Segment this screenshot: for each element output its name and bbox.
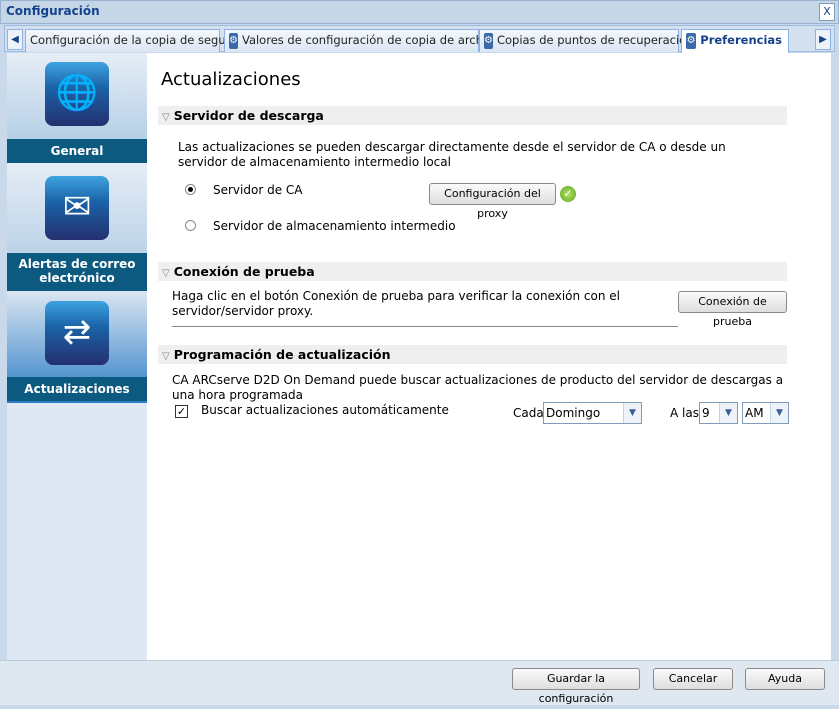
- file-copy-icon: ⚙: [229, 33, 238, 49]
- chevron-down-icon: ▼: [623, 403, 641, 423]
- mail-alert-icon: ✉: [45, 176, 109, 240]
- divider: [172, 326, 678, 327]
- radio-staging-server[interactable]: [185, 220, 196, 231]
- main-panel: Actualizaciones ▽ Servidor de descarga La…: [147, 53, 831, 660]
- window-title: Configuración: [6, 4, 100, 18]
- schedule-description: CA ARCserve D2D On Demand puede buscar a…: [172, 373, 784, 402]
- tab-label: Valores de configuración de copia de arc…: [241, 33, 500, 47]
- section-title: Servidor de descarga: [173, 108, 324, 123]
- hour-value: 9: [702, 406, 710, 420]
- recovery-copy-icon: ⚙: [484, 33, 493, 49]
- sidebar-item-label: Alertas de correo electrónico: [7, 253, 147, 291]
- sidebar-item-label: Actualizaciones: [7, 377, 147, 401]
- section-header-download-server[interactable]: ▽ Servidor de descarga: [158, 106, 787, 125]
- hour-select[interactable]: 9 ▼: [699, 402, 738, 424]
- every-label: Cada: [513, 406, 544, 420]
- day-value: Domingo: [546, 406, 601, 420]
- globe-icon: 🌐: [45, 62, 109, 126]
- tab-recovery-point-copies[interactable]: ⚙ Copias de puntos de recuperación: [479, 29, 694, 52]
- sidebar-item-label: General: [7, 139, 147, 163]
- scroll-right-button[interactable]: ▶: [815, 29, 831, 50]
- collapse-triangle-icon: ▽: [162, 112, 170, 123]
- ampm-select[interactable]: AM ▼: [742, 402, 789, 424]
- day-select[interactable]: Domingo ▼: [543, 402, 642, 424]
- tab-backup-settings[interactable]: Configuración de la copia de seguridad: [25, 29, 255, 52]
- auto-update-label: Buscar actualizaciones automáticamente: [201, 403, 449, 417]
- tab-file-copy-settings[interactable]: ⚙ Valores de configuración de copia de ar…: [224, 29, 500, 52]
- radio-ca-server-label: Servidor de CA: [213, 183, 303, 197]
- footer: Guardar la configuración Cancelar Ayuda: [0, 660, 839, 705]
- sidebar: 🌐 General ✉ Alertas de correo electrónic…: [7, 53, 147, 660]
- download-description: Las actualizaciones se pueden descargar …: [178, 140, 726, 169]
- section-title: Conexión de prueba: [173, 264, 315, 279]
- test-connection-button[interactable]: Conexión de prueba: [678, 291, 787, 328]
- tab-label: Preferencias: [700, 33, 782, 47]
- arrows-exchange-icon: ⇄: [45, 301, 109, 365]
- at-label: A las: [670, 406, 699, 420]
- section-header-test-connection[interactable]: ▽ Conexión de prueba: [158, 262, 787, 281]
- tab-strip: ◀ Configuración de la copia de seguridad…: [4, 25, 835, 54]
- page-title: Actualizaciones: [161, 69, 301, 90]
- tab-preferences[interactable]: ⚙ Preferencias: [681, 29, 789, 54]
- tab-label: Copias de puntos de recuperación: [496, 33, 694, 47]
- close-button[interactable]: X: [819, 3, 835, 21]
- help-button[interactable]: Ayuda: [745, 668, 825, 690]
- cancel-button[interactable]: Cancelar: [653, 668, 733, 690]
- radio-staging-server-label: Servidor de almacenamiento intermedio: [213, 219, 456, 233]
- collapse-triangle-icon: ▽: [162, 351, 170, 362]
- section-title: Programación de actualización: [173, 347, 391, 362]
- check-ok-icon: ✓: [560, 186, 576, 202]
- collapse-triangle-icon: ▽: [162, 268, 170, 279]
- proxy-settings-button[interactable]: Configuración del proxy: [429, 183, 556, 220]
- auto-update-checkbox[interactable]: ✓: [175, 405, 188, 418]
- save-settings-button[interactable]: Guardar la configuración: [512, 668, 640, 705]
- sidebar-item-email-alerts[interactable]: ✉ Alertas de correo electrónico: [7, 163, 147, 291]
- tab-label: Configuración de la copia de seguridad: [30, 33, 256, 47]
- sidebar-item-updates[interactable]: ⇄ Actualizaciones: [7, 291, 147, 403]
- title-bar: [0, 0, 839, 24]
- scroll-left-button[interactable]: ◀: [7, 29, 23, 50]
- chevron-down-icon: ▼: [719, 403, 737, 423]
- chevron-down-icon: ▼: [770, 403, 788, 423]
- sidebar-item-general[interactable]: 🌐 General: [7, 53, 147, 163]
- radio-ca-server[interactable]: [185, 184, 196, 195]
- ampm-value: AM: [745, 406, 764, 420]
- gear-icon: ⚙: [686, 33, 697, 49]
- test-description: Haga clic en el botón Conexión de prueba…: [172, 289, 621, 318]
- section-header-update-schedule[interactable]: ▽ Programación de actualización: [158, 345, 787, 364]
